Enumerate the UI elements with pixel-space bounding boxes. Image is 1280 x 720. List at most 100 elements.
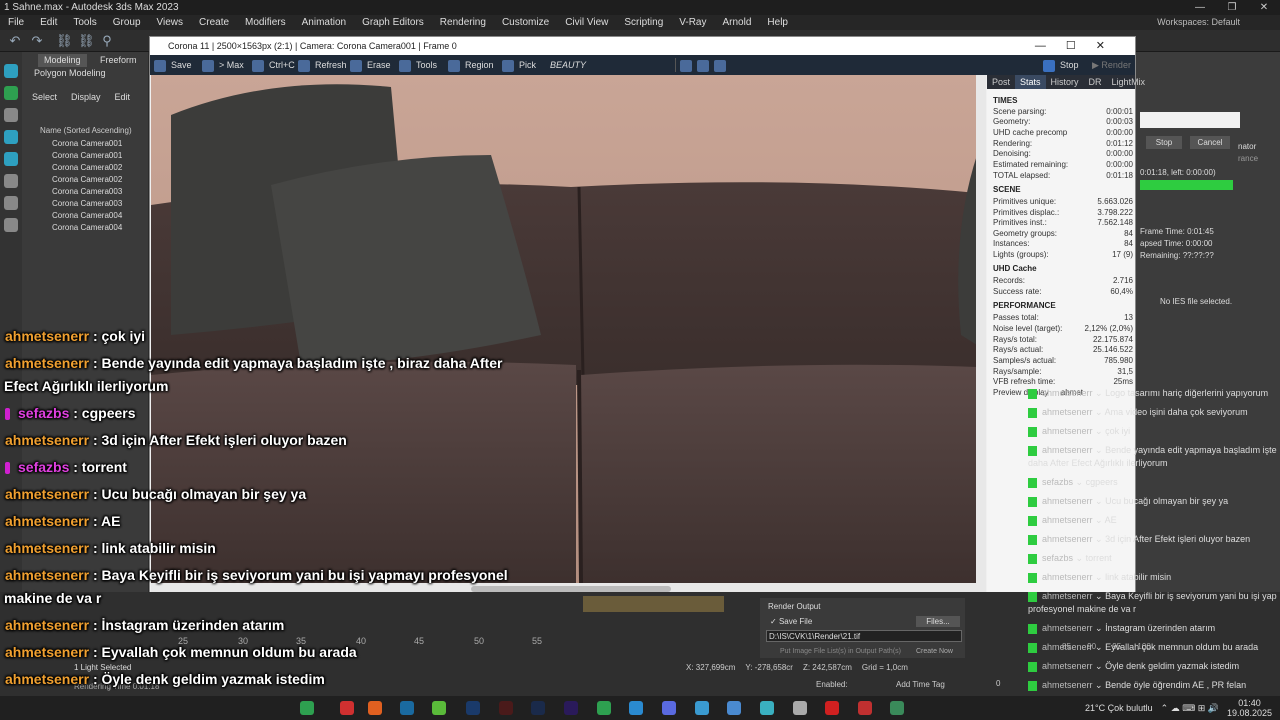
close-icon[interactable]: ✕ — [1248, 0, 1280, 15]
menu-tools[interactable]: Tools — [65, 17, 104, 28]
scene-row[interactable]: Corona Camera003 — [52, 199, 122, 208]
tab-dr[interactable]: DR — [1084, 75, 1107, 89]
scene-row[interactable]: Corona Camera003 — [52, 187, 122, 196]
progress-stop-button[interactable]: Stop — [1146, 136, 1182, 149]
unlink-icon[interactable]: ⛓ — [78, 34, 95, 48]
link-icon[interactable]: ⛓ — [56, 34, 73, 48]
create-now-button[interactable]: Create Now — [916, 648, 953, 655]
menu-create[interactable]: Create — [191, 17, 237, 28]
vfb-region-button[interactable]: Region — [448, 58, 494, 72]
chrome-icon[interactable] — [858, 701, 872, 715]
vfb-copy-button[interactable]: Ctrl+C — [252, 58, 295, 72]
scene-row[interactable]: Corona Camera002 — [52, 163, 122, 172]
y-coordinate[interactable]: Y: -278,658cr — [745, 663, 793, 672]
scene-row[interactable]: Corona Camera002 — [52, 175, 122, 184]
tab-select[interactable]: Select — [32, 92, 57, 102]
scene-row[interactable]: Corona Camera001 — [52, 151, 122, 160]
put-image-option[interactable]: Put Image File List(s) in Output Path(s) — [780, 648, 901, 655]
frame-field[interactable]: 0 — [996, 679, 1000, 688]
restore-icon[interactable]: ❐ — [1216, 0, 1248, 15]
save-file-checkbox[interactable]: ✓ Save File — [770, 617, 812, 626]
tab-post[interactable]: Post — [987, 75, 1015, 89]
illustrator-icon[interactable] — [499, 701, 513, 715]
scene-row[interactable]: Corona Camera001 — [52, 139, 122, 148]
menu-rendering[interactable]: Rendering — [432, 17, 494, 28]
scene-explorer-header[interactable]: Name (Sorted Ascending) — [40, 126, 132, 135]
weather-widget[interactable]: 21°C Çok bulutlu — [1085, 703, 1153, 713]
lightroom-icon[interactable] — [531, 701, 545, 715]
ribbon-tab-freeform[interactable]: Freeform — [94, 54, 143, 67]
tab-stats[interactable]: Stats — [1015, 75, 1046, 89]
taskbar-app-icon[interactable] — [368, 701, 382, 715]
files-button[interactable]: Files... — [916, 616, 960, 627]
menu-scripting[interactable]: Scripting — [616, 17, 671, 28]
menu-modifiers[interactable]: Modifiers — [237, 17, 294, 28]
photoshop-icon[interactable] — [466, 701, 480, 715]
menu-file[interactable]: File — [0, 17, 32, 28]
taskbar-app-icon[interactable] — [727, 701, 741, 715]
scene-row[interactable]: Corona Camera004 — [52, 223, 122, 232]
display-icon[interactable] — [4, 152, 18, 166]
create-icon[interactable] — [4, 64, 18, 78]
vfb-refresh-button[interactable]: Refresh — [298, 58, 347, 72]
vfb-erase-button[interactable]: Erase — [350, 58, 391, 72]
progress-cancel-button[interactable]: Cancel — [1190, 136, 1230, 149]
bind-icon[interactable]: ⚲ — [100, 34, 114, 48]
menu-civil-view[interactable]: Civil View — [557, 17, 616, 28]
menu-animation[interactable]: Animation — [294, 17, 354, 28]
vfb-pick-button[interactable]: Pick — [502, 58, 536, 72]
vfb-save-button[interactable]: Save — [154, 58, 192, 72]
workspace-selector[interactable]: Workspaces: Default — [1157, 15, 1240, 30]
scene-row[interactable]: Corona Camera004 — [52, 211, 122, 220]
after-effects-icon[interactable] — [564, 701, 578, 715]
taskbar-app-icon[interactable] — [793, 701, 807, 715]
tray-icons[interactable]: ⌃ ☁ ⌨ ⊞ 🔊 — [1161, 703, 1219, 714]
ribbon-tab-modeling[interactable]: Modeling — [38, 54, 87, 67]
tab-edit[interactable]: Edit — [115, 92, 131, 102]
menu-edit[interactable]: Edit — [32, 17, 65, 28]
hierarchy-icon[interactable] — [4, 108, 18, 122]
tab-display[interactable]: Display — [71, 92, 101, 102]
taskbar-app-icon[interactable] — [340, 701, 354, 715]
vfb-channel-select[interactable]: BEAUTY — [550, 58, 676, 72]
x-coordinate[interactable]: X: 327,699cm — [686, 663, 735, 672]
taskbar-app-icon[interactable] — [695, 701, 709, 715]
output-path-field[interactable]: D:\IS\CVK\1\Render\21.tif — [766, 630, 962, 642]
vfb-stop-button[interactable]: Stop — [1043, 58, 1079, 72]
menu-views[interactable]: Views — [149, 17, 192, 28]
camera-icon[interactable] — [4, 196, 18, 210]
menu-arnold[interactable]: Arnold — [715, 17, 760, 28]
menu-group[interactable]: Group — [105, 17, 149, 28]
vfb-window-controls[interactable]: —☐✕ — [1035, 39, 1125, 52]
taskbar-app-icon[interactable] — [432, 701, 446, 715]
telegram-icon[interactable] — [629, 701, 643, 715]
modify-icon[interactable] — [4, 86, 18, 100]
ribbon-polygon-modeling[interactable]: Polygon Modeling — [28, 67, 112, 80]
taskbar-app-icon[interactable] — [400, 701, 414, 715]
light-icon[interactable] — [4, 218, 18, 232]
motion-icon[interactable] — [4, 130, 18, 144]
vfb-tools-button[interactable]: Tools — [399, 58, 437, 72]
vfb-tomax-button[interactable]: > Max — [202, 58, 244, 72]
menu-vray[interactable]: V-Ray — [671, 17, 714, 28]
add-time-tag[interactable]: Add Time Tag — [896, 680, 945, 689]
discord-icon[interactable] — [662, 701, 676, 715]
taskbar-app-icon[interactable] — [825, 701, 839, 715]
taskbar-app-icon[interactable] — [890, 701, 904, 715]
menu-customize[interactable]: Customize — [494, 17, 557, 28]
taskbar-app-icon[interactable] — [760, 701, 774, 715]
rendered-image[interactable] — [151, 75, 977, 583]
vfb-render-button[interactable]: ▶ Render — [1092, 58, 1131, 72]
whatsapp-icon[interactable] — [597, 701, 611, 715]
taskbar-app-icon[interactable] — [300, 701, 314, 715]
tab-lightmix[interactable]: LightMix — [1107, 75, 1151, 89]
tab-history[interactable]: History — [1046, 75, 1084, 89]
timeline-slider[interactable] — [583, 596, 724, 612]
minimize-icon[interactable]: — — [1184, 0, 1216, 15]
z-coordinate[interactable]: Z: 242,587cm — [803, 663, 852, 672]
vertical-scrollbar[interactable] — [976, 75, 986, 583]
redo-icon[interactable]: ↷ — [30, 34, 44, 48]
undo-icon[interactable]: ↶ — [8, 34, 22, 48]
menu-graph-editors[interactable]: Graph Editors — [354, 17, 432, 28]
menu-help[interactable]: Help — [759, 17, 796, 28]
